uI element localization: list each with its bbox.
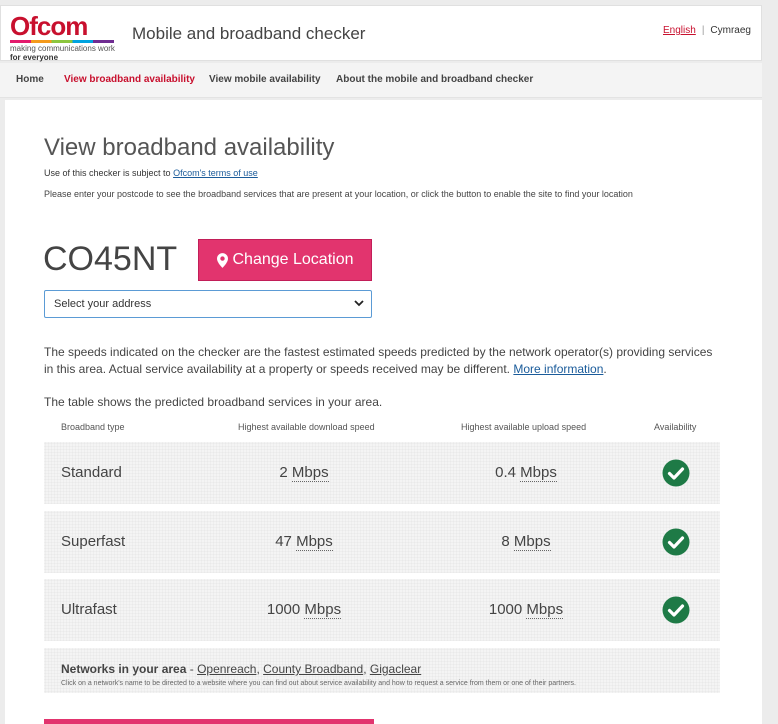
upload-speed: 1000 Mbps [444, 601, 608, 619]
more-information-link[interactable]: More information [513, 362, 603, 376]
check-circle-icon [662, 459, 690, 487]
intro-text: Please enter your postcode to see the br… [44, 189, 633, 199]
speeds-disclaimer: The speeds indicated on the checker are … [44, 344, 724, 378]
header-upload-speed: Highest available upload speed [461, 422, 587, 432]
upload-unit: Mbps [526, 601, 564, 619]
network-link-openreach[interactable]: Openreach [197, 662, 256, 676]
lang-separator: | [701, 25, 705, 36]
speeds-note-text: The speeds indicated on the checker are … [44, 345, 713, 376]
download-value: 1000 [266, 601, 301, 618]
nav-about[interactable]: About the mobile and broadband checker [336, 74, 533, 85]
download-unit: Mbps [291, 464, 329, 482]
logo-tagline: making communications work [10, 44, 115, 53]
header-availability: Availability [654, 422, 697, 432]
network-link-county-broadband[interactable]: County Broadband [263, 662, 363, 676]
table-row: Standard 2 Mbps 0.4 Mbps [44, 442, 720, 504]
download-unit: Mbps [296, 533, 333, 551]
download-speed: 1000 Mbps [224, 601, 384, 619]
address-select-value: Select your address [54, 298, 152, 310]
upload-speed: 8 Mbps [444, 533, 608, 551]
site-title: Mobile and broadband checker [132, 24, 366, 43]
network-link-gigaclear[interactable]: Gigaclear [370, 662, 421, 676]
upload-unit: Mbps [513, 533, 551, 551]
header: Ofcom making communications work for eve… [0, 5, 762, 62]
chevron-down-icon [354, 300, 364, 307]
ofcom-logo[interactable]: Ofcom making communications work for eve… [10, 11, 118, 62]
bottom-action-button[interactable] [44, 719, 374, 724]
lang-english-link[interactable]: English [663, 25, 696, 36]
table-row: Superfast 47 Mbps 8 Mbps [44, 511, 720, 573]
upload-value: 0.4 [495, 464, 516, 481]
networks-separator: , [363, 662, 370, 676]
nav-broadband[interactable]: View broadband availability [64, 74, 195, 85]
page-title: View broadband availability [44, 134, 335, 161]
main-content: View broadband availability Use of this … [5, 100, 762, 724]
header-download-speed: Highest available download speed [238, 422, 375, 432]
networks-dash: - [186, 662, 198, 676]
change-location-label: Change Location [232, 251, 354, 268]
main-nav: Home View broadband availability View mo… [0, 63, 762, 98]
check-circle-icon [662, 596, 690, 624]
download-speed: 47 Mbps [224, 533, 384, 551]
download-value: 2 [279, 464, 288, 481]
terms-link[interactable]: Ofcom's terms of use [173, 168, 258, 178]
speeds-note-end: . [603, 362, 607, 376]
networks-list: Networks in your area - Openreach, Count… [61, 662, 421, 676]
broadband-type: Standard [61, 464, 122, 481]
upload-unit: Mbps [520, 464, 557, 482]
language-switcher: English | Cymraeg [663, 25, 751, 36]
nav-mobile[interactable]: View mobile availability [209, 74, 321, 85]
address-select[interactable]: Select your address [44, 290, 372, 318]
change-location-button[interactable]: Change Location [198, 239, 372, 281]
check-circle-icon [662, 528, 690, 556]
networks-hint: Click on a network's name to be directed… [61, 680, 576, 687]
broadband-type: Superfast [61, 533, 126, 550]
logo-wordmark: Ofcom [10, 11, 88, 41]
upload-value: 1000 [488, 601, 523, 618]
networks-panel: Networks in your area - Openreach, Count… [44, 648, 720, 693]
map-pin-icon [216, 252, 228, 268]
download-unit: Mbps [304, 601, 342, 619]
terms-prefix: Use of this checker is subject to [44, 168, 174, 178]
broadband-type: Ultrafast [61, 601, 117, 618]
nav-home[interactable]: Home [16, 74, 44, 85]
upload-speed: 0.4 Mbps [444, 464, 608, 482]
table-row: Ultrafast 1000 Mbps 1000 Mbps [44, 579, 720, 641]
download-speed: 2 Mbps [224, 464, 384, 482]
table-intro: The table shows the predicted broadband … [44, 395, 383, 409]
logo-tagline-bold: for everyone [10, 53, 59, 62]
upload-value: 8 [501, 533, 510, 550]
networks-label: Networks in your area [61, 662, 187, 676]
postcode-display: CO45NT [43, 240, 178, 278]
terms-text: Use of this checker is subject to Ofcom'… [44, 168, 258, 178]
download-value: 47 [275, 533, 292, 550]
lang-welsh-link[interactable]: Cymraeg [710, 25, 751, 36]
header-broadband-type: Broadband type [61, 422, 125, 432]
